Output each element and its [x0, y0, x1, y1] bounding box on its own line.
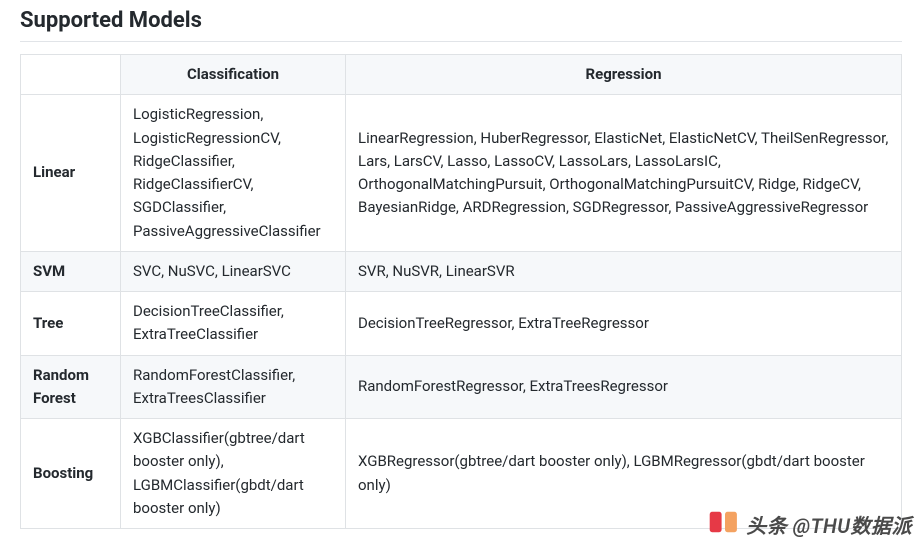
header-blank	[21, 55, 121, 95]
cell-regression: RandomForestRegressor, ExtraTreesRegress…	[346, 355, 902, 419]
row-label: Linear	[21, 95, 121, 252]
watermark-text: 头条 @THU数据派	[746, 510, 912, 539]
table-row: SVM SVC, NuSVC, LinearSVC SVR, NuSVR, Li…	[21, 251, 902, 291]
table-row: Linear LogisticRegression, LogisticRegre…	[21, 95, 902, 252]
cell-classification: LogisticRegression, LogisticRegressionCV…	[121, 95, 346, 252]
cell-regression: LinearRegression, HuberRegressor, Elasti…	[346, 95, 902, 252]
row-label: Random Forest	[21, 355, 121, 419]
table-header-row: Classification Regression	[21, 55, 902, 95]
watermark: 头条 @THU数据派	[708, 510, 912, 539]
cell-regression: SVR, NuSVR, LinearSVR	[346, 251, 902, 291]
header-regression: Regression	[346, 55, 902, 95]
cell-classification: DecisionTreeClassifier, ExtraTreeClassif…	[121, 292, 346, 356]
table-row: Random Forest RandomForestClassifier, Ex…	[21, 355, 902, 419]
row-label: Tree	[21, 292, 121, 356]
watermark-icon	[708, 510, 742, 539]
cell-regression: DecisionTreeRegressor, ExtraTreeRegresso…	[346, 292, 902, 356]
supported-models-table: Classification Regression Linear Logisti…	[20, 54, 902, 529]
page-title: Supported Models	[20, 8, 902, 42]
header-classification: Classification	[121, 55, 346, 95]
row-label: Boosting	[21, 419, 121, 529]
cell-classification: XGBClassifier(gbtree/dart booster only),…	[121, 419, 346, 529]
table-row: Tree DecisionTreeClassifier, ExtraTreeCl…	[21, 292, 902, 356]
cell-classification: SVC, NuSVC, LinearSVC	[121, 251, 346, 291]
row-label: SVM	[21, 251, 121, 291]
cell-classification: RandomForestClassifier, ExtraTreesClassi…	[121, 355, 346, 419]
